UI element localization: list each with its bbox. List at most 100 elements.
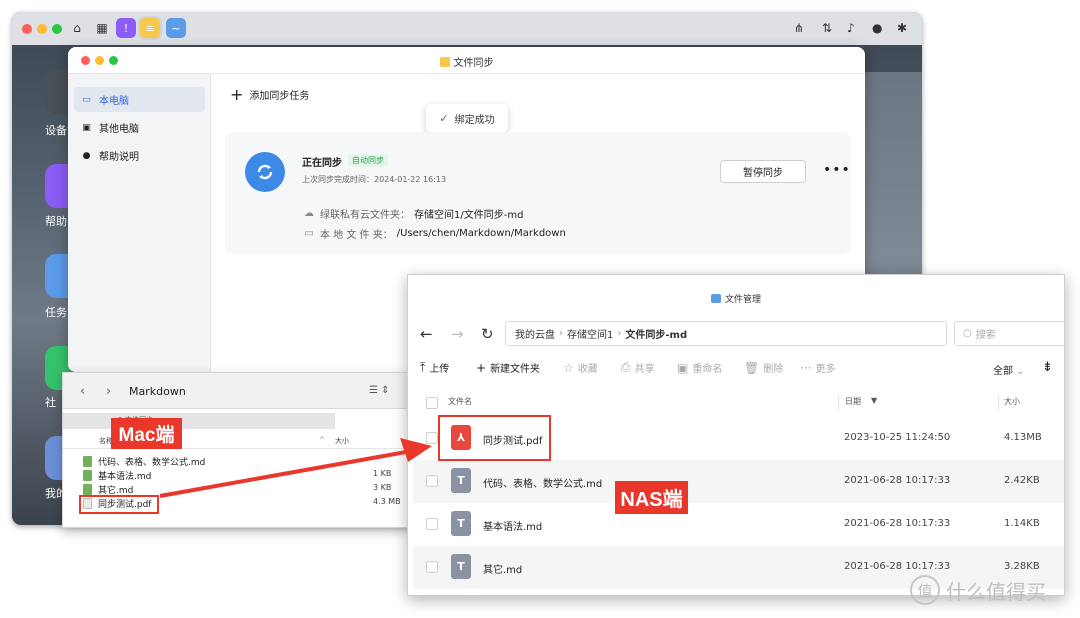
column-divider [998, 395, 999, 409]
row-checkbox[interactable] [426, 475, 438, 487]
minimize-dot[interactable] [37, 24, 47, 34]
plus-icon: + [476, 360, 487, 375]
back-arrow-icon[interactable]: ← [420, 325, 433, 343]
chevron-down-icon: ⌄ [1016, 366, 1025, 377]
file-sync-app-icon[interactable]: ≡ [138, 16, 162, 40]
sidebar-item-other-pcs[interactable]: ▣ 其他电脑 [74, 115, 205, 140]
new-folder-button[interactable]: + 新建文件夹 [476, 360, 540, 376]
sync-sidebar: ▭ 本电脑 ▣ 其他电脑 ● 帮助说明 [68, 74, 211, 372]
sidebar-item-this-pc[interactable]: ▭ 本电脑 [74, 87, 205, 112]
nas-side-label: NAS端 [615, 481, 688, 514]
row-checkbox[interactable] [426, 561, 438, 573]
more-options-icon[interactable]: ••• [823, 162, 851, 178]
dock-label-community: 社 [45, 396, 56, 409]
forward-chevron-icon[interactable]: › [106, 384, 111, 399]
more-icon: ··· [800, 360, 812, 375]
nas-table-header: 文件名 日期 ▼ 大小 [408, 391, 1064, 413]
share-icon: ⎙ [621, 360, 631, 374]
dock-label-help: 帮助 [45, 215, 67, 228]
last-sync-time: 上次同步完成时间：2024-01-22 16:13 [302, 175, 447, 184]
text-file-icon: T [451, 468, 471, 493]
list-item[interactable]: 代码、表格、数学公式.md [83, 455, 409, 469]
table-row[interactable]: T 代码、表格、数学公式.md 2021-06-28 10:17:33 2.42… [413, 460, 1064, 503]
home-icon[interactable]: ⌂ [67, 18, 87, 38]
network-icon[interactable]: ⋔ [794, 21, 804, 35]
sync-window-titlebar: 文件同步 [68, 47, 865, 74]
close-dot[interactable] [22, 24, 32, 34]
local-folder-row: ▭ 本 地 文 件 夹： /Users/chen/Markdown/Markdo… [302, 226, 566, 241]
watermark: 值 什么值得买 [910, 575, 1046, 605]
sort-icon[interactable]: ⇟ [1042, 360, 1053, 375]
help-app-icon[interactable]: ! [116, 18, 136, 38]
cloud-icon: ☁ [304, 208, 314, 219]
check-icon: ✓ [439, 111, 449, 125]
info-icon: ● [82, 150, 91, 161]
task-manager-app-icon[interactable]: ~ [166, 18, 186, 38]
forward-arrow-icon[interactable]: → [451, 325, 464, 343]
sync-refresh-icon [245, 152, 285, 192]
bell-icon[interactable]: ♪ [847, 21, 855, 35]
sidebar-item-label: 帮助说明 [99, 152, 139, 163]
more-button[interactable]: ··· 更多 [800, 360, 835, 376]
monitor-icon: ▭ [82, 94, 91, 105]
nas-highlight-box [438, 415, 551, 461]
back-chevron-icon[interactable]: ‹ [80, 384, 85, 399]
col-filename[interactable]: 文件名 [448, 396, 472, 407]
gear-icon[interactable]: ✱ [897, 21, 907, 35]
rename-icon: ▣ [677, 360, 689, 375]
list-item[interactable]: 基本语法.md 1 KB [83, 469, 409, 483]
add-sync-task-button[interactable]: + 添加同步任务 [230, 86, 309, 102]
finder-tab[interactable] [63, 413, 335, 429]
sidebar-item-label: 其他电脑 [99, 124, 139, 135]
chevron-right-icon: › [559, 328, 563, 339]
search-icon: ○ [963, 328, 972, 339]
sync-window-title: 文件同步 [68, 54, 865, 69]
favorite-button[interactable]: ☆ 收藏 [563, 360, 598, 376]
bind-success-toast: ✓ 绑定成功 [426, 104, 508, 132]
zoom-dot[interactable] [52, 24, 62, 34]
md-file-icon [83, 470, 92, 481]
share-button[interactable]: ⎙ 共享 [621, 360, 655, 375]
cloud-folder-path: 存储空间1/文件同步-md [414, 210, 524, 221]
chevron-right-icon: › [617, 328, 622, 339]
refresh-icon[interactable]: ↻ [481, 325, 494, 343]
select-all-checkbox[interactable] [426, 397, 438, 409]
sidebar-item-help[interactable]: ● 帮助说明 [74, 143, 205, 168]
sync-task-card: 正在同步 自动同步 上次同步完成时间：2024-01-22 16:13 暂停同步… [225, 132, 851, 254]
delete-button[interactable]: 🗑 删除 [744, 360, 783, 376]
nas-window-title: 文件管理 [408, 292, 1064, 305]
apps-grid-icon[interactable]: ▦ [92, 18, 112, 38]
star-icon: ☆ [563, 360, 574, 375]
search-input[interactable]: ○ 搜索 [954, 321, 1064, 346]
user-icon[interactable]: ● [872, 21, 882, 35]
pause-sync-button[interactable]: 暂停同步 [720, 160, 806, 183]
mac-side-label: Mac端 [111, 418, 182, 449]
md-file-icon [83, 456, 92, 467]
mac-highlight-box [79, 495, 159, 514]
rename-button[interactable]: ▣ 重命名 [677, 360, 722, 376]
row-checkbox[interactable] [426, 432, 438, 444]
sidebar-item-label: 本电脑 [99, 96, 129, 107]
text-file-icon: T [451, 511, 471, 536]
col-size[interactable]: 大小 [335, 436, 349, 446]
col-date[interactable]: 日期 [845, 396, 861, 407]
column-divider [838, 395, 839, 409]
breadcrumb-item[interactable]: 我的云盘 [515, 326, 555, 341]
computers-icon: ▣ [82, 122, 91, 133]
file-manager-icon [710, 294, 721, 303]
col-size[interactable]: 大小 [1004, 396, 1020, 407]
text-file-icon: T [451, 554, 471, 579]
chevron-up-icon: ^ [319, 436, 325, 444]
upload-button[interactable]: ⤒ 上传 [420, 360, 449, 375]
finder-toolbar: ‹ › Markdown ☰ ⇕ [63, 373, 409, 409]
sync-status: 正在同步 [302, 158, 342, 169]
list-view-icon[interactable]: ☰ ⇕ [369, 385, 390, 396]
filter-dropdown[interactable]: 全部 ⌄ [993, 362, 1025, 377]
transfer-icon[interactable]: ⇅ [822, 21, 832, 35]
table-row[interactable]: T 基本语法.md 2021-06-28 10:17:33 1.14KB [413, 503, 1064, 546]
row-checkbox[interactable] [426, 518, 438, 530]
cloud-folder-label: 绿联私有云文件夹： [320, 210, 410, 221]
monitor-icon: ▭ [304, 228, 314, 239]
auto-sync-badge: 自动同步 [348, 154, 388, 167]
breadcrumb-item[interactable]: 存储空间1 [567, 326, 613, 341]
